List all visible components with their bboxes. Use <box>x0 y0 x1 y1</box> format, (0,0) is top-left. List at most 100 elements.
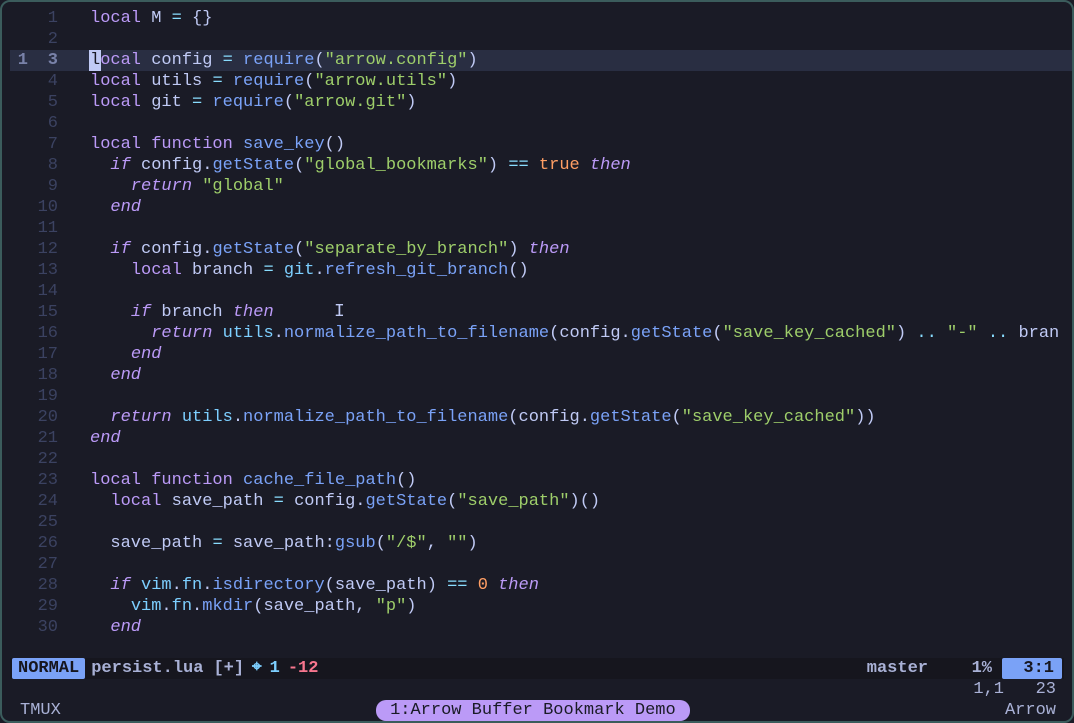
gutter-absolute: 15 <box>30 302 60 323</box>
code-content[interactable]: local utils = require("arrow.utils") <box>90 71 1072 92</box>
code-line[interactable]: 10 end <box>10 197 1072 218</box>
gutter-relative <box>10 470 30 491</box>
code-content[interactable] <box>90 29 1072 50</box>
gutter-relative <box>10 176 30 197</box>
code-content[interactable]: local git = require("arrow.git") <box>90 92 1072 113</box>
code-content[interactable]: return "global" <box>90 176 1072 197</box>
gutter-relative <box>10 71 30 92</box>
code-line[interactable]: 8 if config.getState("global_bookmarks")… <box>10 155 1072 176</box>
code-content[interactable]: end <box>90 365 1072 386</box>
gutter-absolute: 28 <box>30 575 60 596</box>
code-content[interactable]: vim.fn.mkdir(save_path, "p") <box>90 596 1072 617</box>
gutter-relative <box>10 554 30 575</box>
gutter-relative <box>10 407 30 428</box>
target-count: 1 <box>270 658 280 679</box>
code-line[interactable]: 26 save_path = save_path:gsub("/$", "") <box>10 533 1072 554</box>
gutter-relative <box>10 302 30 323</box>
code-line[interactable]: 13 local branch = git.refresh_git_branch… <box>10 260 1072 281</box>
code-content[interactable] <box>90 554 1072 575</box>
gutter-absolute: 8 <box>30 155 60 176</box>
code-line[interactable]: 29 vim.fn.mkdir(save_path, "p") <box>10 596 1072 617</box>
code-content[interactable]: save_path = save_path:gsub("/$", "") <box>90 533 1072 554</box>
code-line[interactable]: 22 <box>10 449 1072 470</box>
gutter-absolute: 9 <box>30 176 60 197</box>
gutter-relative <box>10 533 30 554</box>
code-content[interactable] <box>90 218 1072 239</box>
diagnostic-count: -12 <box>288 658 319 679</box>
code-content[interactable]: end <box>90 344 1072 365</box>
code-line[interactable]: 4 local utils = require("arrow.utils") <box>10 71 1072 92</box>
mouse-ibeam-cursor: I <box>334 302 345 323</box>
code-line[interactable]: 23local function cache_file_path() <box>10 470 1072 491</box>
ruler-line: 1,1 23 <box>10 679 1064 700</box>
gutter-absolute: 13 <box>30 260 60 281</box>
code-line[interactable]: 20 return utils.normalize_path_to_filena… <box>10 407 1072 428</box>
code-content[interactable] <box>90 281 1072 302</box>
code-line[interactable]: 25 <box>10 512 1072 533</box>
code-content[interactable]: end <box>90 617 1072 638</box>
filename: persist.lua <box>91 658 203 679</box>
code-line[interactable]: 2 <box>10 29 1072 50</box>
code-content[interactable]: end <box>90 197 1072 218</box>
ruler-pos: 1,1 <box>914 679 1004 700</box>
code-content[interactable]: local M = {} <box>90 8 1072 29</box>
gutter-absolute: 25 <box>30 512 60 533</box>
code-line[interactable]: 12 if config.getState("separate_by_branc… <box>10 239 1072 260</box>
target-icon: ⌖ <box>252 658 262 679</box>
code-content[interactable]: if config.getState("global_bookmarks") =… <box>90 155 1072 176</box>
code-content[interactable]: return utils.normalize_path_to_filename(… <box>90 407 1072 428</box>
code-content[interactable] <box>90 386 1072 407</box>
code-content[interactable]: local function save_key() <box>90 134 1072 155</box>
code-content[interactable] <box>90 449 1072 470</box>
code-line[interactable]: 7local function save_key() <box>10 134 1072 155</box>
code-content[interactable]: if branch then <box>90 302 1072 323</box>
code-editor[interactable]: 1local M = {}213local config = require("… <box>10 8 1072 656</box>
code-content[interactable]: return utils.normalize_path_to_filename(… <box>90 323 1072 344</box>
code-content[interactable]: local config = require("arrow.config") <box>90 50 1072 71</box>
code-line[interactable]: 15 if branch then <box>10 302 1072 323</box>
gutter-absolute: 3 <box>30 50 60 71</box>
gutter-relative <box>10 113 30 134</box>
gutter-relative <box>10 449 30 470</box>
code-line[interactable]: 28 if vim.fn.isdirectory(save_path) == 0… <box>10 575 1072 596</box>
code-content[interactable] <box>90 512 1072 533</box>
code-line[interactable]: 21 end <box>10 428 1072 449</box>
code-line[interactable]: 1local M = {} <box>10 8 1072 29</box>
scroll-percent: 1% <box>938 658 992 679</box>
gutter-absolute: 20 <box>30 407 60 428</box>
gutter-relative <box>10 365 30 386</box>
code-content[interactable]: if vim.fn.isdirectory(save_path) == 0 th… <box>90 575 1072 596</box>
code-line[interactable]: 30 end <box>10 617 1072 638</box>
gutter-absolute: 4 <box>30 71 60 92</box>
code-content[interactable]: end <box>90 428 1072 449</box>
tmux-session[interactable]: TMUX <box>10 700 61 721</box>
code-content[interactable]: if config.getState("separate_by_branch")… <box>90 239 1072 260</box>
code-line[interactable]: 27 <box>10 554 1072 575</box>
gutter-absolute: 24 <box>30 491 60 512</box>
tmux-right: Arrow <box>1005 700 1064 721</box>
gutter-relative <box>10 8 30 29</box>
gutter-absolute: 11 <box>30 218 60 239</box>
git-branch-name: master <box>867 658 928 679</box>
code-line[interactable]: 17 end <box>10 344 1072 365</box>
code-line[interactable]: 6 <box>10 113 1072 134</box>
code-line[interactable]: 11 <box>10 218 1072 239</box>
code-line[interactable]: 5local git = require("arrow.git") <box>10 92 1072 113</box>
cursor-position: 3:1 <box>1002 658 1062 679</box>
code-content[interactable] <box>90 113 1072 134</box>
code-content[interactable]: local function cache_file_path() <box>90 470 1072 491</box>
code-line[interactable]: 16 return utils.normalize_path_to_filena… <box>10 323 1072 344</box>
code-line[interactable]: 9 return "global" <box>10 176 1072 197</box>
gutter-relative <box>10 29 30 50</box>
tmux-window-tab[interactable]: 1:Arrow Buffer Bookmark Demo <box>376 700 690 721</box>
code-content[interactable]: local save_path = config.getState("save_… <box>90 491 1072 512</box>
code-content[interactable]: local branch = git.refresh_git_branch() <box>90 260 1072 281</box>
code-line[interactable]: 19 <box>10 386 1072 407</box>
code-line[interactable]: 24 local save_path = config.getState("sa… <box>10 491 1072 512</box>
code-line[interactable]: 13local config = require("arrow.config") <box>10 50 1072 71</box>
code-line[interactable]: 18 end <box>10 365 1072 386</box>
tmux-bar: TMUX 1:Arrow Buffer Bookmark Demo Arrow <box>10 700 1064 721</box>
code-line[interactable]: 14 <box>10 281 1072 302</box>
gutter-absolute: 21 <box>30 428 60 449</box>
gutter-absolute: 17 <box>30 344 60 365</box>
